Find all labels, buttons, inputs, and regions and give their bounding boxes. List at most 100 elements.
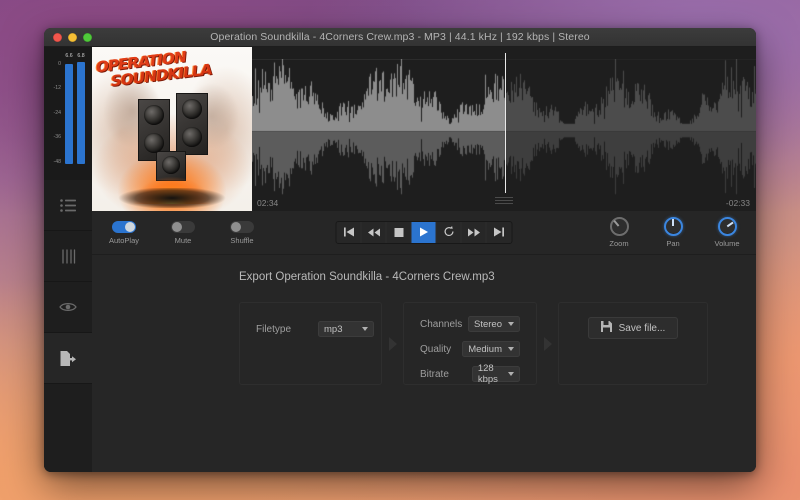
filetype-label: Filetype <box>256 323 292 335</box>
toggle-mute[interactable]: Mute <box>162 220 204 245</box>
main-content: OPERATION SOUNDKILLA 02:34 -02:33 AutoPl… <box>92 47 756 472</box>
vu-bar-left <box>65 64 73 164</box>
bitrate-row: Bitrate 128 kbps <box>420 363 520 385</box>
channels-value: Stereo <box>474 318 502 330</box>
rewind-icon <box>367 224 380 242</box>
chevron-down-icon <box>508 347 514 351</box>
zoom-dial[interactable] <box>609 217 629 236</box>
vu-meter: 0 -12 -24 -36 -48 6.6 6.8 <box>44 47 92 180</box>
export-pane: Export Operation Soundkilla - 4Corners C… <box>92 255 756 472</box>
pan-label: Pan <box>666 239 680 248</box>
app-window: Operation Soundkilla - 4Corners Crew.mp3… <box>44 28 756 472</box>
encoding-panel: Channels Stereo Quality Medium Bitrate 1… <box>403 302 537 385</box>
autoplay-label: AutoPlay <box>108 235 140 245</box>
fast-forward-icon <box>467 224 480 242</box>
close-button[interactable] <box>53 32 62 42</box>
transport-buttons <box>335 221 513 244</box>
eye-icon <box>59 301 77 313</box>
channels-row: Channels Stereo <box>420 316 520 332</box>
vu-channel-left: 6.6 <box>65 53 73 172</box>
play-icon <box>419 224 428 242</box>
vu-scale-label: -48 <box>53 158 62 165</box>
quality-label: Quality <box>420 343 452 355</box>
save-file-label: Save file... <box>618 322 666 334</box>
waveform-canvas <box>252 47 756 211</box>
waveform-resize-grip[interactable] <box>495 197 513 206</box>
mute-switch[interactable] <box>171 220 195 233</box>
knob-zoom[interactable]: Zoom <box>601 217 637 248</box>
mute-label: Mute <box>174 235 192 245</box>
volume-label: Volume <box>714 239 740 248</box>
title-bar[interactable]: Operation Soundkilla - 4Corners Crew.mp3… <box>44 28 756 47</box>
knob-pan[interactable]: Pan <box>655 217 691 248</box>
bitrate-select[interactable]: 128 kbps <box>471 363 520 385</box>
vu-scale-label: -24 <box>53 109 62 116</box>
sidebar-item-equalizer[interactable] <box>44 231 92 282</box>
pan-dial[interactable] <box>663 217 683 236</box>
play-button[interactable] <box>411 222 437 243</box>
channels-label: Channels <box>420 318 463 330</box>
bitrate-label: Bitrate <box>420 368 449 380</box>
quality-row: Quality Medium <box>420 341 520 357</box>
filetype-row: Filetype mp3 <box>256 321 374 337</box>
maximize-button[interactable] <box>83 32 92 42</box>
zoom-label: Zoom <box>609 239 629 248</box>
minimize-button[interactable] <box>68 32 77 42</box>
vu-value-left: 6.6 <box>65 53 73 59</box>
vu-scale-label: -36 <box>53 134 62 141</box>
stop-icon <box>394 224 403 242</box>
save-file-button[interactable]: Save file... <box>587 317 679 339</box>
toggle-shuffle[interactable]: Shuffle <box>221 220 263 245</box>
filetype-panel: Filetype mp3 <box>239 302 382 385</box>
vu-scale-label: -12 <box>53 85 62 92</box>
stop-button[interactable] <box>386 222 412 243</box>
volume-dial[interactable] <box>717 217 737 236</box>
vu-bars: 6.6 6.8 <box>62 53 88 172</box>
waveform-display[interactable]: 02:34 -02:33 <box>252 47 756 211</box>
save-icon <box>600 321 612 335</box>
skip-forward-icon <box>494 224 505 242</box>
shuffle-label: Shuffle <box>230 235 254 245</box>
list-icon <box>59 198 77 212</box>
chevron-down-icon <box>508 372 514 376</box>
channels-select[interactable]: Stereo <box>468 316 520 332</box>
vu-scale: 0 -12 -24 -36 -48 <box>47 53 62 172</box>
bitrate-value: 128 kbps <box>477 363 498 385</box>
remaining-time: -02:33 <box>725 198 750 208</box>
rewind-button[interactable] <box>361 222 387 243</box>
export-title: Export Operation Soundkilla - 4Corners C… <box>239 271 495 283</box>
quality-value: Medium <box>468 343 502 355</box>
knob-volume[interactable]: Volume <box>709 217 745 248</box>
playhead[interactable] <box>505 53 506 193</box>
save-panel: Save file... <box>558 302 708 385</box>
export-panels: Filetype mp3 Channels Stereo Quality Med… <box>239 302 756 385</box>
knob-group: Zoom Pan Volume <box>601 217 745 248</box>
vu-channel-right: 6.8 <box>77 53 85 172</box>
filetype-select[interactable]: mp3 <box>318 321 374 337</box>
repeat-button[interactable] <box>436 222 462 243</box>
sidebar-item-visualizer[interactable] <box>44 282 92 333</box>
traffic-lights <box>44 32 92 42</box>
sidebar-item-playlist[interactable] <box>44 180 92 231</box>
next-track-button[interactable] <box>486 222 512 243</box>
panel-separator-1 <box>382 302 403 385</box>
chevron-down-icon <box>362 327 368 331</box>
equalizer-icon <box>61 248 76 264</box>
fast-forward-button[interactable] <box>461 222 487 243</box>
filetype-value: mp3 <box>324 323 343 335</box>
export-icon <box>59 350 77 367</box>
window-title: Operation Soundkilla - 4Corners Crew.mp3… <box>210 31 590 43</box>
vu-bar-right <box>77 62 85 164</box>
toggle-autoplay[interactable]: AutoPlay <box>103 220 145 245</box>
repeat-icon <box>443 224 454 242</box>
skip-back-icon <box>343 224 354 242</box>
transport-bar: AutoPlay Mute Shuffle Zoom Pan Volume <box>92 211 756 255</box>
toggle-group: AutoPlay Mute Shuffle <box>92 220 263 245</box>
window-body: 0 -12 -24 -36 -48 6.6 6.8 OPERATION SOUN… <box>44 47 756 472</box>
shuffle-switch[interactable] <box>230 220 254 233</box>
album-artwork: OPERATION SOUNDKILLA <box>92 47 252 211</box>
autoplay-switch[interactable] <box>112 220 136 233</box>
previous-track-button[interactable] <box>336 222 362 243</box>
sidebar-item-export[interactable] <box>44 333 92 384</box>
quality-select[interactable]: Medium <box>462 341 520 357</box>
